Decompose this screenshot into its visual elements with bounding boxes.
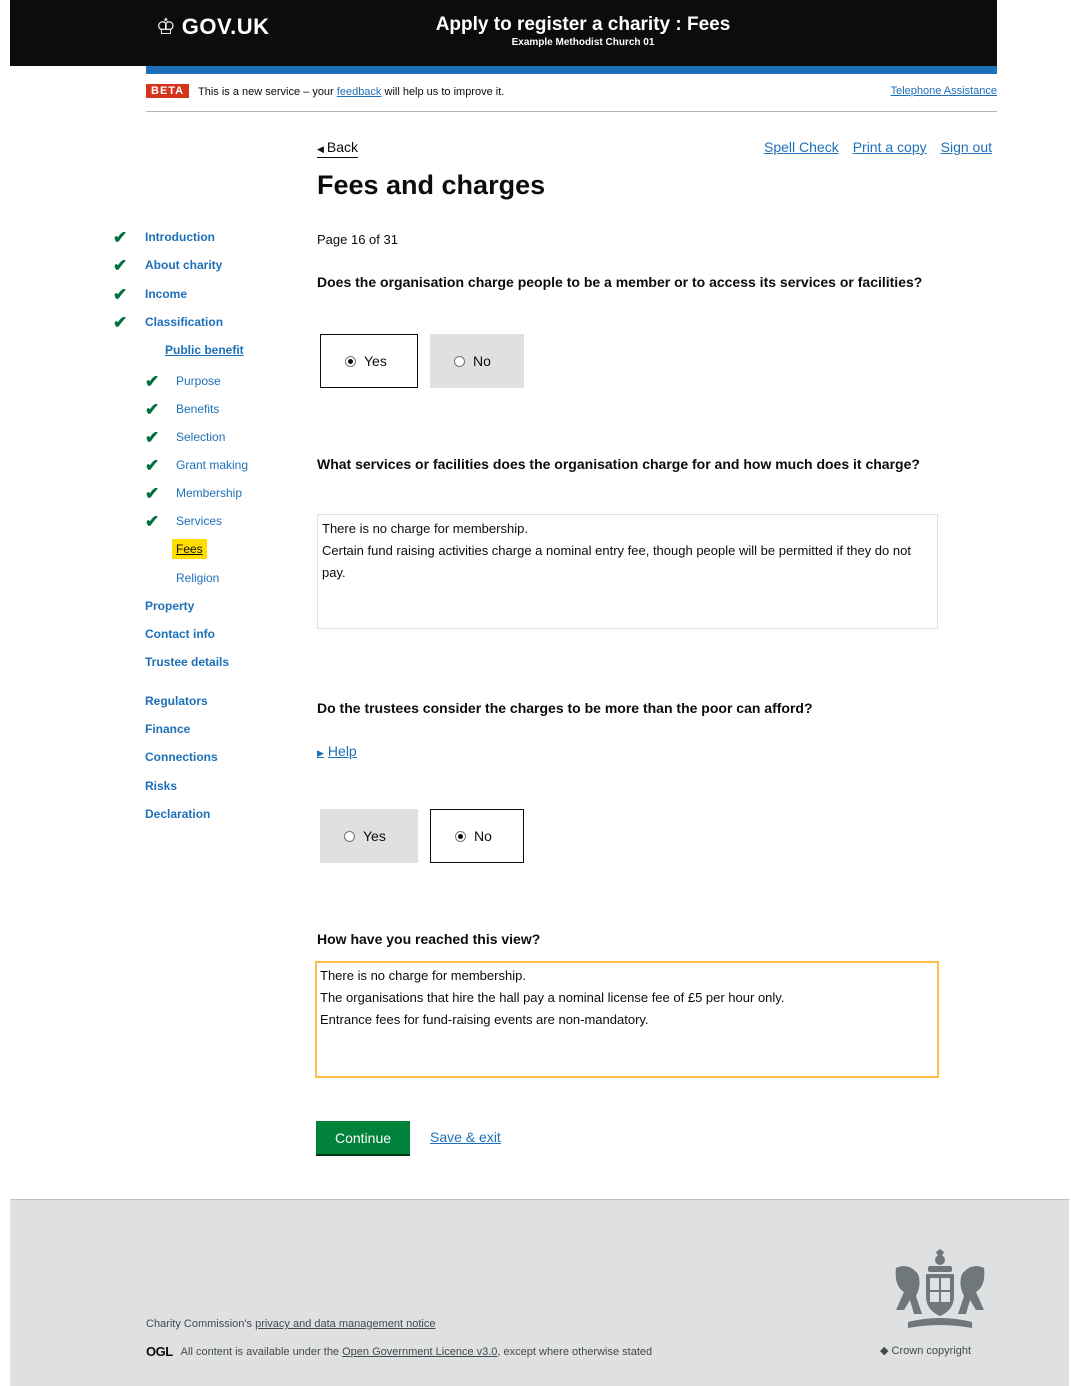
check-icon: ✔ bbox=[145, 400, 160, 419]
utility-links: Spell Check Print a copy Sign out bbox=[764, 139, 992, 155]
services-charges-textarea[interactable]: There is no charge for membership. Certa… bbox=[317, 514, 938, 629]
radio-unselected-icon bbox=[454, 355, 465, 367]
ogl-logo-icon: OGL bbox=[146, 1344, 173, 1359]
q1-yes-label: Yes bbox=[364, 353, 387, 369]
radio-selected-icon bbox=[345, 355, 356, 367]
check-icon: ✔ bbox=[113, 313, 128, 332]
spell-check-link[interactable]: Spell Check bbox=[764, 139, 839, 155]
telephone-assistance-link[interactable]: Telephone Assistance bbox=[891, 85, 997, 97]
crown-copyright: ◆ Crown copyright bbox=[880, 1344, 971, 1357]
check-icon: ✔ bbox=[145, 372, 160, 391]
sidebar-item-classification[interactable]: Classification bbox=[145, 315, 223, 329]
beta-text-after: will help us to improve it. bbox=[381, 86, 505, 98]
sidebar-item-benefits[interactable]: Benefits bbox=[176, 402, 219, 416]
royal-coat-of-arms-icon bbox=[895, 1249, 985, 1328]
licence-suffix: , except where otherwise stated bbox=[497, 1345, 653, 1358]
page-count: Page 16 of 31 bbox=[317, 232, 398, 247]
crown-copyright-link[interactable]: Crown copyright bbox=[892, 1345, 971, 1357]
sidebar-item-regulators[interactable]: Regulators bbox=[145, 694, 208, 708]
feedback-link[interactable]: feedback bbox=[337, 86, 382, 98]
service-subtitle: Example Methodist Church 01 bbox=[511, 37, 655, 48]
help-toggle[interactable]: ▶ Help bbox=[317, 743, 357, 759]
q3-yes-label: Yes bbox=[363, 828, 386, 844]
sidebar-item-grant-making[interactable]: Grant making bbox=[176, 458, 248, 472]
reached-view-textarea[interactable]: There is no charge for membership. The o… bbox=[315, 961, 939, 1078]
sidebar-item-religion[interactable]: Religion bbox=[176, 571, 219, 585]
open-government-licence-link[interactable]: Open Government Licence v3.0 bbox=[342, 1346, 497, 1358]
back-link[interactable]: ◀ Back bbox=[317, 139, 359, 158]
site-footer: Charity Commission's privacy and data ma… bbox=[10, 1199, 1069, 1386]
radio-unselected-icon bbox=[344, 830, 355, 842]
q1-yes-option[interactable]: Yes bbox=[320, 334, 418, 388]
sidebar-item-membership[interactable]: Membership bbox=[176, 486, 242, 500]
sidebar-item-introduction[interactable]: Introduction bbox=[145, 230, 215, 244]
check-icon: ✔ bbox=[145, 456, 160, 475]
sidebar-item-services[interactable]: Services bbox=[176, 514, 222, 528]
back-triangle-icon: ◀ bbox=[317, 144, 324, 154]
privacy-notice: Charity Commission's privacy and data ma… bbox=[146, 1318, 435, 1330]
sign-out-link[interactable]: Sign out bbox=[941, 139, 992, 155]
licence-notice: OGL All content is available under the O… bbox=[146, 1344, 652, 1359]
service-title: Apply to register a charity : Fees bbox=[435, 14, 731, 35]
licence-prefix: All content is available under the bbox=[180, 1345, 343, 1358]
service-name: Apply to register a charity : Fees Examp… bbox=[430, 14, 736, 50]
check-icon: ✔ bbox=[113, 256, 128, 275]
save-exit-link[interactable]: Save & exit bbox=[430, 1129, 501, 1145]
page-title: Fees and charges bbox=[317, 170, 546, 200]
sidebar-item-connections[interactable]: Connections bbox=[145, 750, 218, 764]
check-icon: ✔ bbox=[145, 428, 160, 447]
question-reached-view: How have you reached this view? bbox=[317, 931, 541, 947]
question-services-charged: What services or facilities does the org… bbox=[317, 456, 920, 472]
sidebar-item-fees-current[interactable]: Fees bbox=[172, 539, 207, 559]
sidebar-item-income[interactable]: Income bbox=[145, 287, 187, 301]
q3-no-option[interactable]: No bbox=[430, 809, 524, 863]
help-label: Help bbox=[327, 743, 357, 759]
expand-triangle-icon: ▶ bbox=[317, 748, 324, 758]
back-label: Back bbox=[326, 139, 359, 155]
q3-yes-option[interactable]: Yes bbox=[320, 809, 418, 863]
continue-button[interactable]: Continue bbox=[316, 1121, 410, 1154]
check-icon: ✔ bbox=[145, 484, 160, 503]
check-icon: ✔ bbox=[145, 512, 160, 531]
q1-no-label: No bbox=[473, 353, 491, 369]
q1-no-option[interactable]: No bbox=[430, 334, 524, 388]
question-poor-afford: Do the trustees consider the charges to … bbox=[317, 700, 813, 716]
sidebar-item-property[interactable]: Property bbox=[145, 599, 194, 613]
sidebar-item-purpose[interactable]: Purpose bbox=[176, 374, 221, 388]
privacy-prefix: Charity Commission's bbox=[146, 1318, 256, 1330]
question-charges-access: Does the organisation charge people to b… bbox=[317, 274, 923, 290]
sidebar-item-public-benefit[interactable]: Public benefit bbox=[165, 343, 244, 357]
sidebar-nav: ✔ Introduction ✔ About charity ✔ Income … bbox=[0, 0, 300, 900]
sidebar-item-trustee-details[interactable]: Trustee details bbox=[145, 655, 229, 669]
sidebar-item-contact-info[interactable]: Contact info bbox=[145, 627, 215, 641]
sidebar-item-risks[interactable]: Risks bbox=[145, 779, 177, 793]
radio-selected-icon bbox=[455, 830, 466, 842]
print-copy-link[interactable]: Print a copy bbox=[853, 139, 927, 155]
sidebar-item-about-charity[interactable]: About charity bbox=[145, 258, 222, 272]
privacy-notice-link[interactable]: privacy and data management notice bbox=[255, 1318, 435, 1330]
sidebar-item-selection[interactable]: Selection bbox=[176, 430, 225, 444]
check-icon: ✔ bbox=[113, 228, 128, 247]
licence-text: All content is available under the Open … bbox=[181, 1346, 652, 1358]
sidebar-item-finance[interactable]: Finance bbox=[145, 722, 190, 736]
diamond-icon: ◆ bbox=[880, 1345, 889, 1357]
check-icon: ✔ bbox=[113, 285, 128, 304]
q3-no-label: No bbox=[474, 828, 492, 844]
sidebar-item-declaration[interactable]: Declaration bbox=[145, 807, 210, 821]
